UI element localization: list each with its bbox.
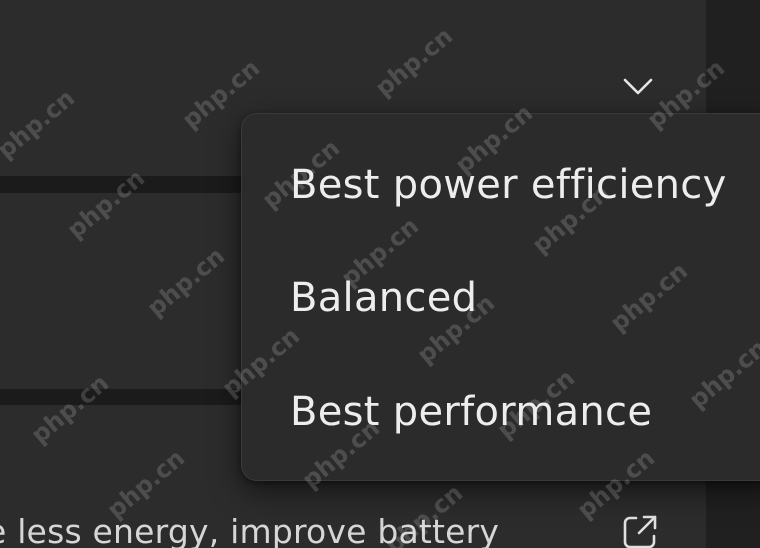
settings-window: e less energy, improve battery Best powe…: [0, 0, 760, 548]
chevron-down-icon[interactable]: [620, 72, 656, 100]
option-best-power-efficiency[interactable]: Best power efficiency: [290, 162, 727, 208]
power-mode-dropdown: Best power efficiency Balanced Best perf…: [241, 113, 760, 481]
option-balanced[interactable]: Balanced: [290, 275, 477, 321]
open-external-icon[interactable]: [620, 512, 660, 548]
battery-saver-description: e less energy, improve battery: [0, 512, 500, 548]
option-best-performance[interactable]: Best performance: [290, 389, 652, 435]
